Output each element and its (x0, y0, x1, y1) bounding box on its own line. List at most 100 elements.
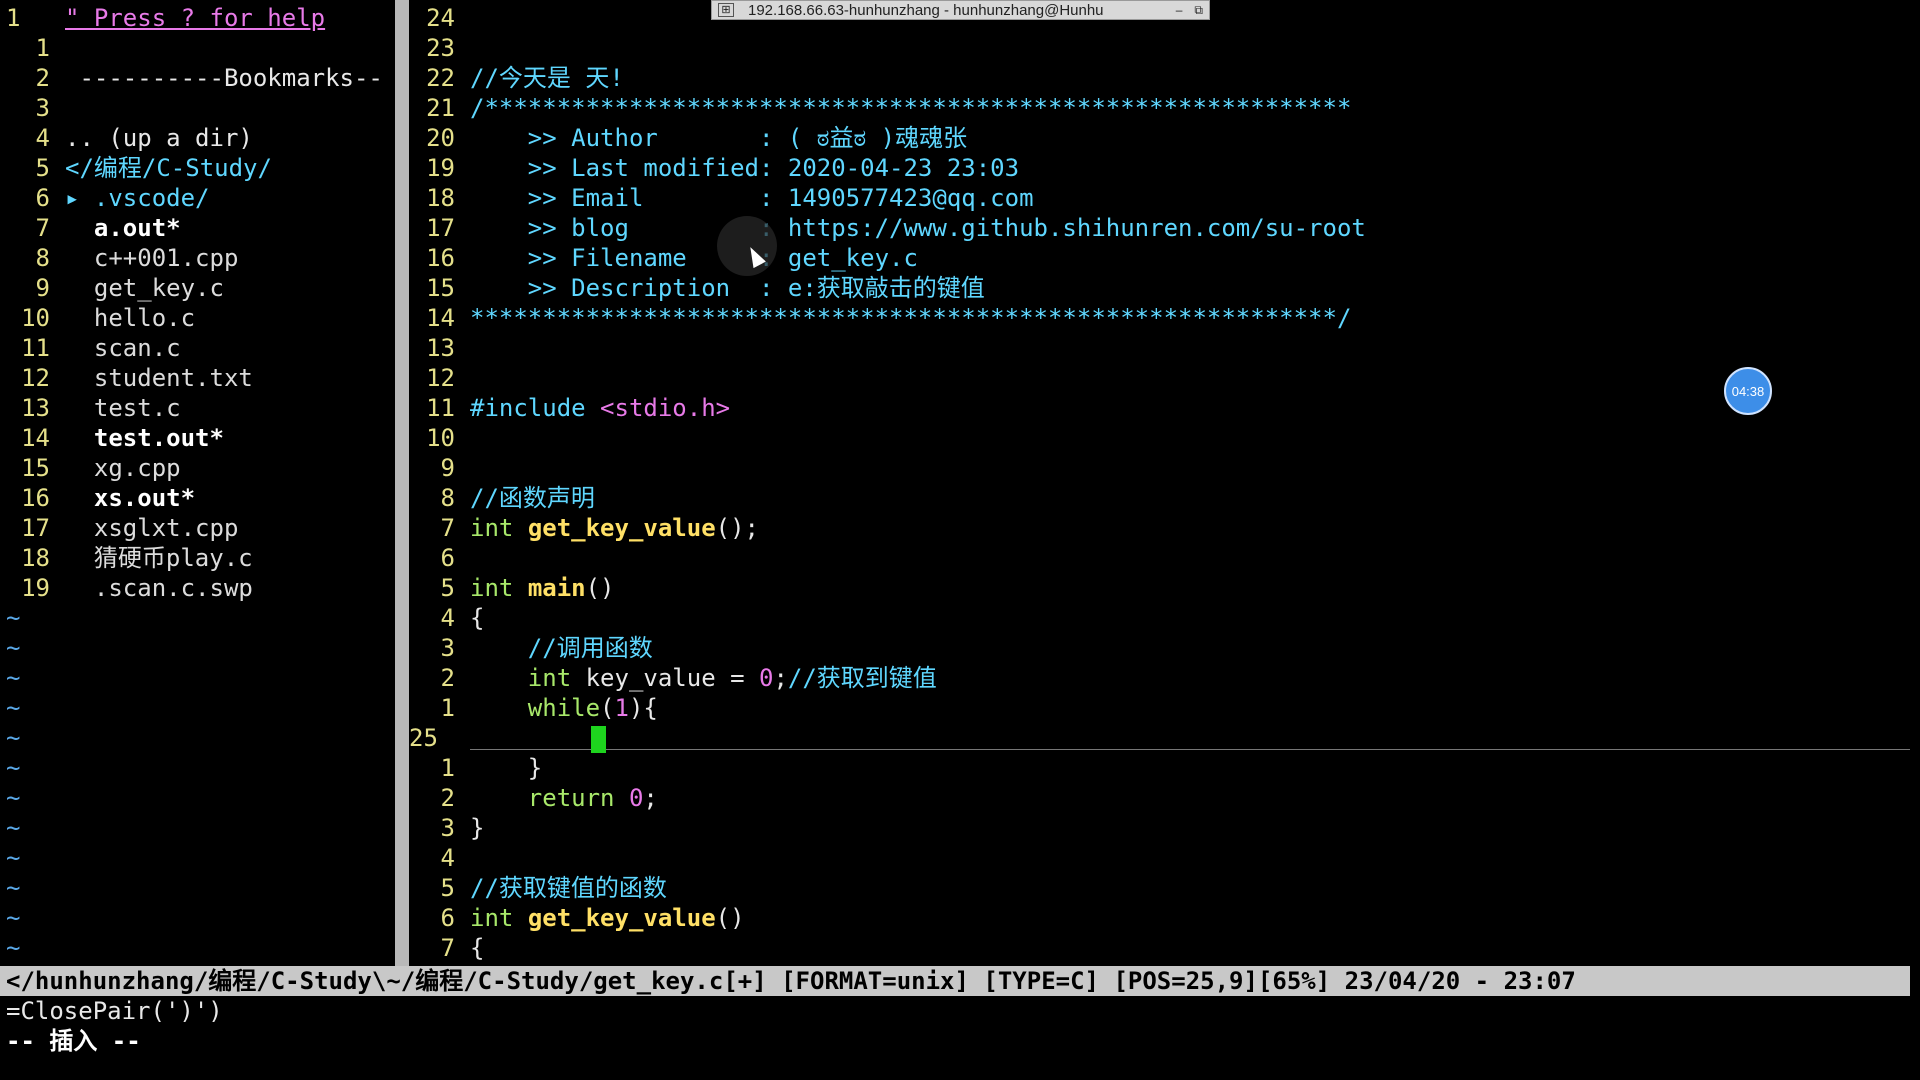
code-line[interactable]: int get_key_value() (470, 903, 745, 933)
code-line[interactable]: >> Last modified: 2020-04-23 23:03 (470, 153, 1019, 183)
code-line[interactable]: int main() (470, 573, 615, 603)
code-line-number: 22 (426, 64, 455, 92)
code-line-number: 7 (440, 934, 455, 962)
code-line-number: 5 (440, 574, 455, 602)
recording-timer-badge[interactable]: 04:38 (1724, 367, 1772, 415)
pin-icon[interactable]: ⊞ (718, 3, 734, 17)
tree-entry[interactable]: xsglxt.cpp (65, 513, 239, 543)
code-line-number: 7 (440, 514, 455, 542)
code-line[interactable]: } (470, 753, 542, 783)
code-line-number: 3 (440, 814, 455, 842)
empty-line-tilde: ~ (6, 784, 21, 812)
tree-line-number: 1 (35, 34, 50, 62)
tree-entry[interactable]: student.txt (65, 363, 253, 393)
tree-label: ----------Bookmarks-- (65, 64, 383, 92)
code-line[interactable]: return 0; (470, 783, 658, 813)
tree-label[interactable]: </编程/C-Study/ (65, 153, 272, 183)
code-line[interactable]: //今天是 天! (470, 63, 624, 93)
empty-line-tilde: ~ (6, 694, 21, 722)
code-line-number: 2 (440, 784, 455, 812)
tree-line-number: 6 (35, 184, 50, 212)
code-line-number: 5 (440, 874, 455, 902)
code-line-number: 10 (426, 424, 455, 452)
empty-line-tilde: ~ (6, 904, 21, 932)
code-line[interactable]: >> Author : ( ಠ益ಠ )魂魂张 (470, 123, 967, 153)
tree-line-number: 15 (21, 454, 50, 482)
status-line: </hunhunzhang/编程/C-Study\~/编程/C-Study/ge… (0, 966, 1910, 996)
tree-entry[interactable]: .scan.c.swp (65, 573, 253, 603)
code-line-number: 13 (426, 334, 455, 362)
code-line-number: 11 (426, 394, 455, 422)
code-line-number: 1 (440, 754, 455, 782)
tree-entry[interactable]: xg.cpp (65, 453, 181, 483)
remote-window-titlebar[interactable]: ⊞ 192.168.66.63-hunhunzhang - hunhunzhan… (711, 0, 1210, 20)
command-line: =ClosePair(')') (6, 997, 223, 1025)
tree-entry[interactable]: get_key.c (65, 273, 224, 303)
code-line[interactable]: } (470, 813, 484, 843)
tree-entry[interactable]: xs.out* (65, 483, 195, 513)
tree-header-number: 1 (6, 4, 21, 32)
empty-line-tilde: ~ (6, 634, 21, 662)
code-line[interactable]: #include <stdio.h> (470, 393, 730, 423)
code-line[interactable]: int key_value = 0;//获取到键值 (470, 663, 937, 693)
code-line-number: 18 (426, 184, 455, 212)
code-line[interactable]: >> Filename : get_key.c (470, 243, 918, 273)
tree-label[interactable]: .. (up a dir) (65, 123, 253, 153)
code-line-number: 24 (426, 4, 455, 32)
tree-entry[interactable]: ▸ .vscode/ (65, 183, 210, 213)
tree-line-number: 2 (35, 64, 50, 92)
empty-line-tilde: ~ (6, 754, 21, 782)
code-line-number: 4 (440, 844, 455, 872)
empty-line-tilde: ~ (6, 874, 21, 902)
code-line-number: 1 (440, 694, 455, 722)
code-line[interactable]: while(1){ (470, 693, 658, 723)
tree-entry[interactable]: test.c (65, 393, 181, 423)
code-line[interactable]: >> Email : 1490577423@qq.com (470, 183, 1034, 213)
tree-line-number: 3 (35, 94, 50, 122)
file-tree-pane[interactable]: 1 " Press ? for help 12 ----------Bookma… (0, 0, 395, 966)
code-line-number: 19 (426, 154, 455, 182)
tree-entry[interactable]: scan.c (65, 333, 181, 363)
code-line[interactable]: /***************************************… (470, 93, 1351, 123)
tree-line-number: 17 (21, 514, 50, 542)
code-line[interactable]: //函数声明 (470, 483, 595, 513)
mouse-highlight (717, 216, 777, 276)
tree-line-number: 10 (21, 304, 50, 332)
empty-line-tilde: ~ (6, 724, 21, 752)
code-line[interactable]: >> blog : https://www.github.shihunren.c… (470, 213, 1366, 243)
code-line[interactable]: //调用函数 (470, 633, 653, 663)
tree-entry[interactable]: c++001.cpp (65, 243, 239, 273)
code-line-number: 15 (426, 274, 455, 302)
empty-line-tilde: ~ (6, 604, 21, 632)
mode-indicator: -- 插入 -- (6, 1027, 141, 1055)
vertical-split-divider[interactable] (395, 0, 409, 966)
window-title: 192.168.66.63-hunhunzhang - hunhunzhang@… (748, 1, 1104, 19)
code-line[interactable]: //获取键值的函数 (470, 873, 667, 903)
tree-entry[interactable]: test.out* (65, 423, 224, 453)
tree-line-number: 13 (21, 394, 50, 422)
code-line-number: 2 (440, 664, 455, 692)
tree-entry[interactable]: 猜硬币play.c (65, 543, 253, 573)
code-line[interactable]: { (470, 603, 484, 633)
code-editor-pane[interactable]: 24 23 22//今天是 天! 21/***********************… (409, 0, 1920, 966)
help-hint: " Press ? for help (65, 4, 326, 32)
tree-line-number: 16 (21, 484, 50, 512)
empty-line-tilde: ~ (6, 934, 21, 962)
code-line-number: 17 (426, 214, 455, 242)
restore-button[interactable]: ⧉ (1194, 3, 1203, 18)
code-line[interactable]: { (470, 933, 484, 963)
code-line-number: 3 (440, 634, 455, 662)
tree-entry[interactable]: a.out* (65, 213, 181, 243)
code-line-number: 4 (440, 604, 455, 632)
code-line-number: 16 (426, 244, 455, 272)
tree-line-number: 4 (35, 124, 50, 152)
minimize-button[interactable]: – (1176, 3, 1183, 17)
tree-entry[interactable]: hello.c (65, 303, 195, 333)
code-line-number: 23 (426, 34, 455, 62)
empty-line-tilde: ~ (6, 664, 21, 692)
tree-line-number: 18 (21, 544, 50, 572)
code-line[interactable]: ****************************************… (470, 303, 1351, 333)
code-line[interactable]: >> Description : e:获取敲击的键值 (470, 273, 985, 303)
code-line[interactable]: int get_key_value(); (470, 513, 759, 543)
tree-line-number: 12 (21, 364, 50, 392)
